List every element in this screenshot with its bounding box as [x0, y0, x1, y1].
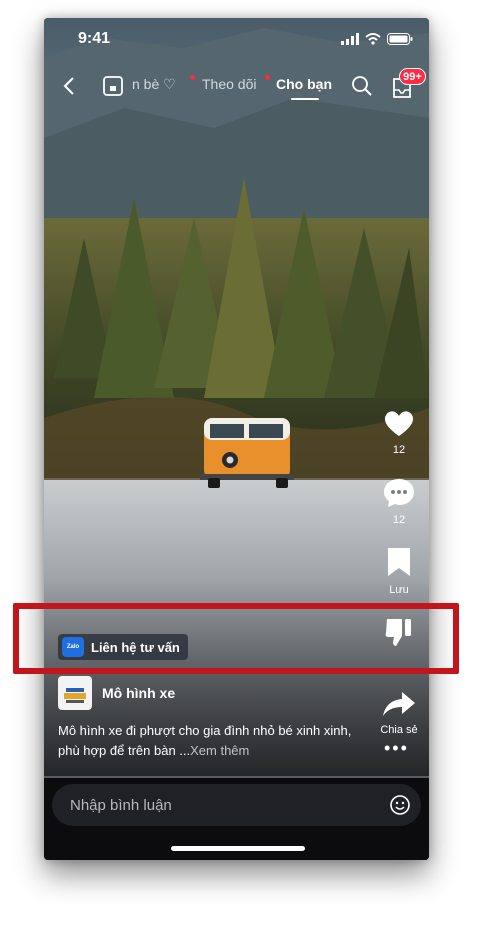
tab-friends-dot — [190, 75, 195, 80]
wifi-icon — [365, 33, 381, 45]
see-more-link[interactable]: Xem thêm — [190, 743, 249, 758]
tab-following-dot — [265, 75, 270, 80]
comment-field[interactable] — [52, 784, 421, 826]
like-count: 12 — [392, 444, 406, 456]
shop-name[interactable]: Mô hình xe — [102, 685, 175, 701]
highlight-box — [13, 603, 459, 674]
save-label: Lưu — [389, 584, 409, 596]
post-caption: Mô hình xe đi phượt cho gia đình nhỏ bé … — [58, 721, 358, 761]
search-icon[interactable] — [351, 75, 373, 97]
bookmark-icon — [388, 548, 410, 576]
emoji-icon[interactable] — [389, 794, 411, 816]
comment-button[interactable]: 12 — [377, 476, 421, 526]
tab-for-you[interactable]: Cho bạn — [276, 76, 332, 92]
comment-count: 12 — [392, 514, 406, 526]
heart-icon — [384, 411, 414, 436]
share-icon — [383, 692, 415, 716]
comment-icon — [384, 479, 414, 507]
active-tab-indicator — [291, 98, 319, 100]
status-bar: 9:41 — [44, 18, 429, 62]
shop-avatar[interactable] — [58, 676, 92, 710]
library-icon[interactable] — [102, 75, 124, 97]
status-time: 9:41 — [78, 30, 111, 47]
comment-input[interactable] — [68, 795, 389, 815]
van-illustration — [200, 418, 294, 488]
home-indicator — [171, 846, 305, 851]
back-icon[interactable] — [62, 76, 76, 96]
status-icons — [341, 33, 413, 45]
share-button[interactable]: Chia sẻ — [377, 690, 421, 736]
save-button[interactable]: Lưu — [377, 546, 421, 596]
shop-logo-icon — [64, 688, 86, 703]
more-icon[interactable]: ••• — [384, 738, 409, 759]
signal-icon — [341, 33, 359, 45]
share-label: Chia sẻ — [380, 724, 418, 736]
shop-row[interactable]: Mô hình xe — [58, 676, 175, 710]
tab-friends[interactable]: n bè ♡ — [132, 76, 176, 93]
phone-screen: 9:41 n bè ♡ Theo dõi Cho bạn 99+ 12 12 L… — [44, 18, 429, 860]
tab-following[interactable]: Theo dõi — [202, 76, 256, 92]
battery-icon — [387, 33, 413, 45]
notification-badge: 99+ — [399, 68, 426, 85]
bottom-bar — [44, 778, 429, 860]
top-nav: n bè ♡ Theo dõi Cho bạn 99+ — [44, 68, 429, 108]
like-button[interactable]: 12 — [377, 408, 421, 456]
